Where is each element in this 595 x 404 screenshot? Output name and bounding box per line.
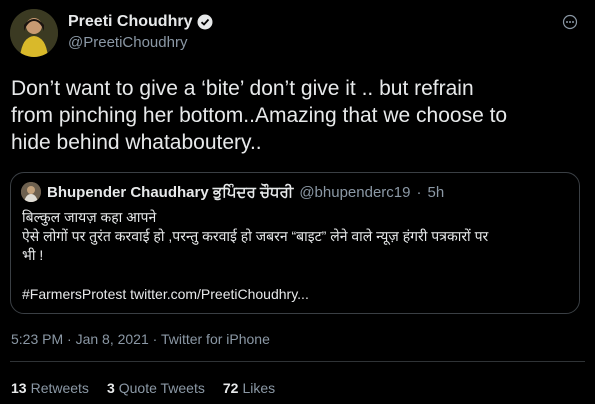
quotes-label: Quote Tweets	[118, 380, 205, 396]
quoted-tweet-header: Bhupender Chaudhary ਭੁਪਿੰਦਰ ਚੌਧਰੀ @bhupe…	[21, 182, 444, 202]
quoted-line: बिल्कुल जायज़ कहा आपने	[22, 209, 157, 225]
retweets-stat[interactable]: 13 Retweets	[11, 380, 89, 396]
retweets-label: Retweets	[30, 380, 89, 396]
quotes-count: 3	[106, 380, 115, 396]
tweet-line: hide behind whataboutery..	[11, 131, 262, 154]
more-options-icon[interactable]	[559, 14, 581, 30]
engagement-stats: 13 Retweets 3 Quote Tweets 72 Likes	[11, 380, 275, 396]
likes-count: 72	[222, 380, 239, 396]
quoted-line: ऐसे लोगों पर तुरंत करवाई हो ,परन्तु करवा…	[22, 228, 489, 244]
likes-stat[interactable]: 72 Likes	[223, 380, 275, 396]
author-handle[interactable]: @PreetiChoudhry	[68, 34, 187, 51]
author-avatar[interactable]	[10, 9, 58, 57]
tweet-timestamp-source[interactable]: 5:23 PM · Jan 8, 2021 · Twitter for iPho…	[11, 331, 270, 347]
tweet-text: Don’t want to give a ‘bite’ don’t give i…	[11, 75, 581, 156]
quoted-author-name: Bhupender Chaudhary ਭੁਪਿੰਦਰ ਚੌਧਰੀ	[47, 183, 294, 201]
quote-tweets-stat[interactable]: 3 Quote Tweets	[107, 380, 205, 396]
quoted-line: भी !	[22, 247, 44, 263]
tweet-line: Don’t want to give a ‘bite’ don’t give i…	[11, 77, 474, 100]
quoted-time: 5h	[427, 183, 445, 201]
divider	[10, 361, 585, 362]
retweets-count: 13	[11, 380, 27, 396]
quoted-tweet-text: बिल्कुल जायज़ कहा आपने ऐसे लोगों पर तुरं…	[22, 208, 562, 265]
author-name-row: Preeti Choudhry	[68, 13, 213, 31]
quoted-tweet-card[interactable]: Bhupender Chaudhary ਭੁਪਿੰਦਰ ਚੌਧਰੀ @bhupe…	[10, 172, 580, 314]
likes-label: Likes	[242, 380, 276, 396]
verified-badge-icon	[197, 14, 213, 30]
quoted-author-avatar	[21, 182, 41, 202]
quoted-separator: ·	[416, 183, 422, 201]
quoted-hashtag-link[interactable]: #FarmersProtest twitter.com/PreetiChoudh…	[22, 286, 309, 302]
author-name[interactable]: Preeti Choudhry	[68, 13, 192, 31]
tweet-line: from pinching her bottom..Amazing that w…	[11, 104, 508, 127]
quoted-author-handle: @bhupenderc19	[299, 183, 411, 201]
